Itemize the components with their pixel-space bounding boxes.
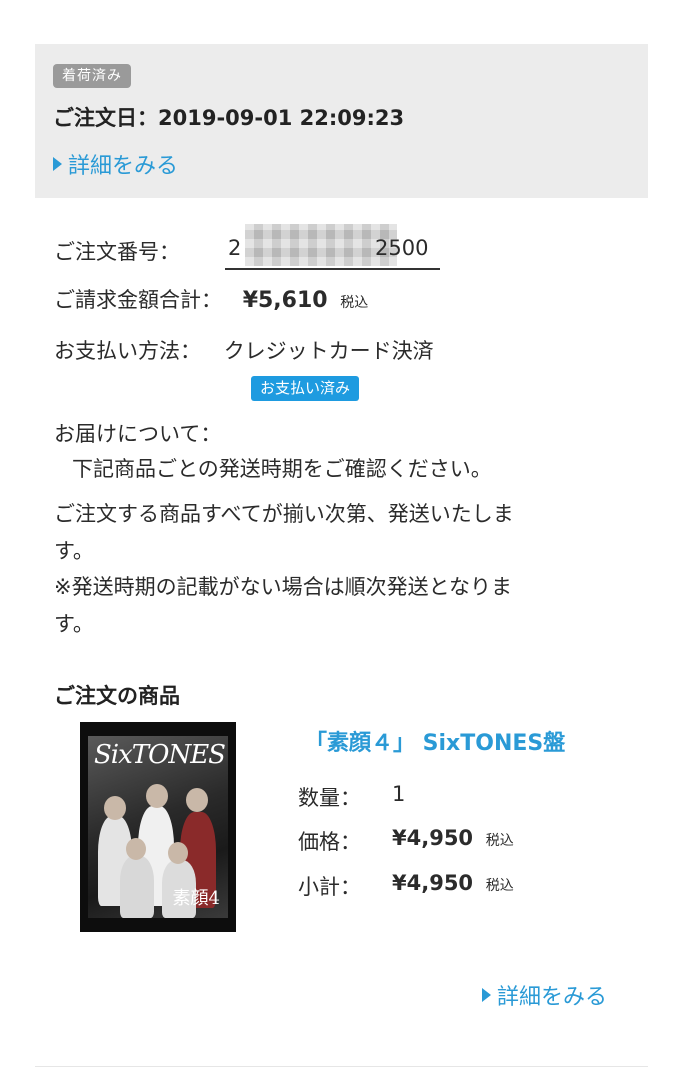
order-number-field: 2 2500: [225, 224, 440, 270]
delivery-line-3b: す。: [54, 612, 94, 636]
cover-tag-text: 素顔4: [172, 888, 220, 909]
order-number-label: ご注文番号：: [54, 240, 180, 264]
caret-right-icon: [53, 157, 62, 171]
order-number-end: 2500: [375, 236, 429, 260]
quantity-value: 1: [392, 782, 406, 806]
delivery-line-1: 下記商品ごとの発送時期をご確認ください。: [72, 457, 492, 481]
subtotal-value-group: ¥4,950 税込: [392, 871, 514, 895]
cover-figure-head: [126, 838, 146, 860]
delivered-status-badge: 着荷済み: [53, 64, 131, 88]
total-row: ご請求金額合計： ¥5,610 税込: [54, 284, 368, 314]
price-value: ¥4,950: [392, 826, 474, 850]
cover-figure-head: [186, 788, 208, 812]
divider: [35, 1066, 648, 1067]
delivery-line-2a: ご注文する商品すべてが揃い次第、発送いたしま: [54, 502, 514, 526]
cover-figure-head: [168, 842, 188, 864]
order-header: 着荷済み ご注文日：2019-09-01 22:09:23 詳細をみる: [35, 44, 648, 198]
cover-figure-head: [146, 784, 168, 808]
quantity-row: 数量： 1: [298, 782, 405, 812]
product-cover-image[interactable]: SixTONES 素顔4: [80, 722, 236, 932]
product-details-link[interactable]: 詳細をみる: [482, 979, 607, 1011]
order-number-start: 2: [228, 236, 242, 260]
payment-row: お支払い方法： クレジットカード決済: [54, 335, 434, 365]
quantity-label: 数量：: [298, 786, 361, 810]
total-label: ご請求金額合計：: [54, 288, 222, 312]
delivery-line-3a: ※発送時期の記載がない場合は順次発送となりま: [54, 575, 512, 599]
payment-value: クレジットカード決済: [223, 339, 434, 363]
price-value-group: ¥4,950 税込: [392, 826, 514, 850]
subtotal-tax-label: 税込: [485, 878, 514, 894]
header-details-link-label: 詳細をみる: [68, 154, 179, 179]
product-title-link[interactable]: 「素顔４」 SixTONES盤: [305, 725, 565, 757]
header-details-link[interactable]: 詳細をみる: [53, 148, 178, 180]
delivery-heading: お届けについて：: [54, 422, 222, 446]
paid-status-badge: お支払い済み: [251, 376, 360, 401]
total-value: ¥5,610: [242, 288, 328, 313]
product-details-link-label: 詳細をみる: [497, 985, 608, 1010]
total-tax-label: 税込: [340, 295, 369, 311]
subtotal-row: 小計： ¥4,950 税込: [298, 871, 514, 901]
caret-right-icon: [482, 988, 491, 1002]
products-section-title: ご注文の商品: [54, 684, 180, 708]
delivery-line-2b: す。: [54, 539, 94, 563]
price-label: 価格：: [298, 830, 361, 854]
price-row: 価格： ¥4,950 税込: [298, 826, 514, 856]
cover-title-text: SixTONES: [94, 740, 226, 770]
cover-figure-head: [104, 796, 126, 820]
price-tax-label: 税込: [485, 833, 514, 849]
order-date: ご注文日：2019-09-01 22:09:23: [53, 106, 405, 130]
payment-label: お支払い方法：: [54, 339, 201, 363]
cover-figure: [120, 856, 154, 918]
subtotal-label: 小計：: [298, 875, 361, 899]
subtotal-value: ¥4,950: [392, 871, 474, 895]
